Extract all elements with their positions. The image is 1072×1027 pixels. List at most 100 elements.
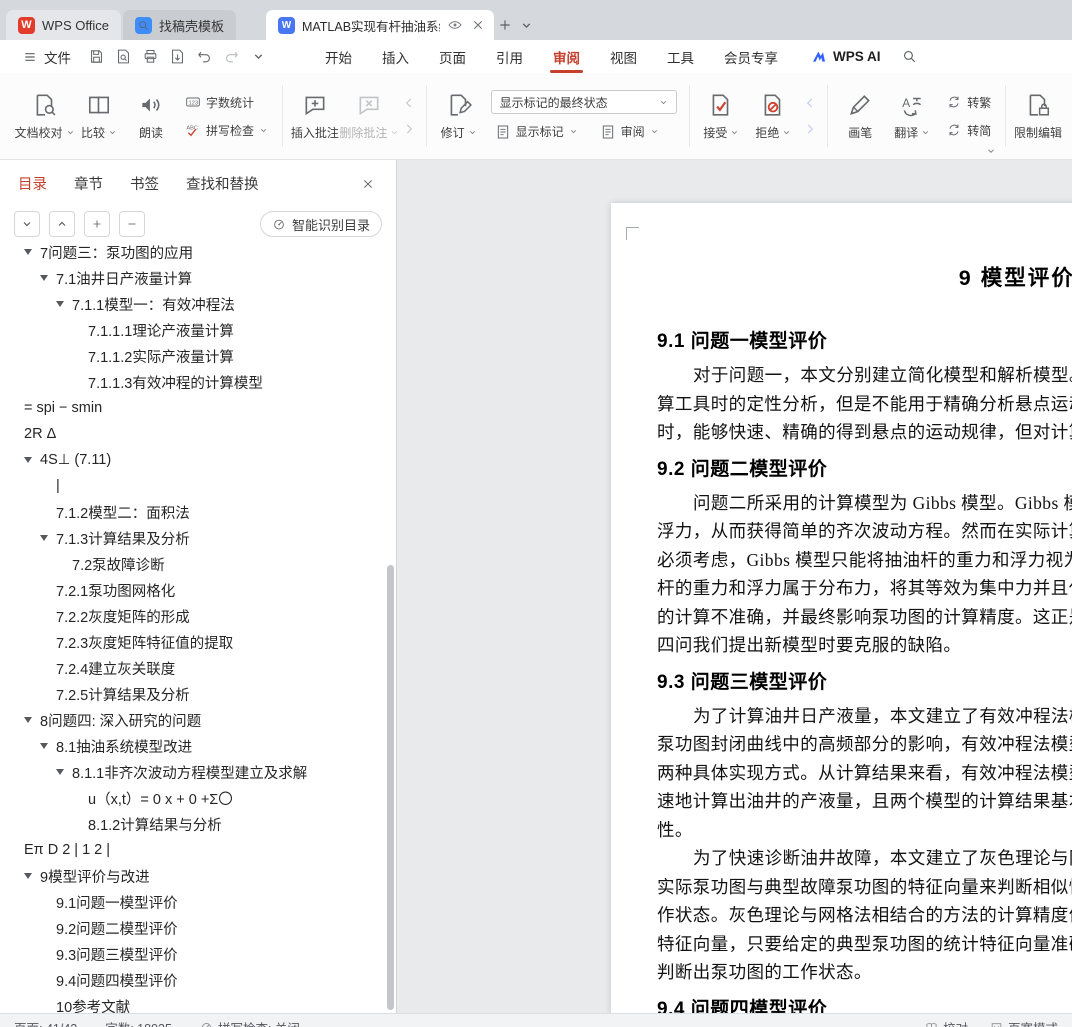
collapse-triangle-icon[interactable] [24, 457, 40, 463]
redo-button[interactable] [219, 45, 244, 69]
menu-tab-tools[interactable]: 工具 [652, 40, 709, 73]
prev-comment-button[interactable] [398, 93, 420, 113]
outline-item[interactable]: 4S⊥ (7.11) [0, 447, 396, 473]
outline-item[interactable]: 7.2泵故障诊断 [0, 551, 396, 577]
doc-proof-button[interactable]: 文档校对 [15, 79, 73, 153]
expand-all-button[interactable] [14, 211, 40, 237]
collapse-triangle-icon[interactable] [40, 535, 56, 541]
translate-button[interactable]: 翻译 [886, 79, 938, 153]
search-button[interactable] [897, 45, 922, 69]
outline-item[interactable]: 8问题四: 深入研究的问题 [0, 707, 396, 733]
outline-item[interactable]: 9模型评价与改进 [0, 863, 396, 889]
outline-item[interactable]: | [0, 473, 396, 499]
collapse-triangle-icon[interactable] [56, 769, 72, 775]
outline-item[interactable]: Eπ D 2 | 1 2 | [0, 837, 396, 863]
outline-item[interactable]: = spi − smin [0, 395, 396, 421]
menu-tab-view[interactable]: 视图 [595, 40, 652, 73]
next-comment-button[interactable] [398, 119, 420, 139]
spell-check-indicator[interactable]: 拼写检查: 关闭 [200, 1018, 300, 1027]
markup-state-select[interactable]: 显示标记的最终状态 [490, 90, 677, 114]
demote-button[interactable] [119, 211, 145, 237]
to-traditional-button[interactable]: 转繁 [942, 92, 995, 113]
menu-tab-page[interactable]: 页面 [424, 40, 481, 73]
review-options-button[interactable]: 审阅 [596, 121, 663, 142]
outline-item[interactable]: 7.2.4建立灰关联度 [0, 655, 396, 681]
outline-item[interactable]: 7.1油井日产液量计算 [0, 265, 396, 291]
document-canvas[interactable]: 9 模型评价与改进 9.1 问题一模型评价对于问题一，本文分别建立简化模型和解析模… [397, 160, 1072, 1013]
document-page[interactable]: 9 模型评价与改进 9.1 问题一模型评价对于问题一，本文分别建立简化模型和解析模… [611, 203, 1072, 1013]
compare-button[interactable]: 比较 [73, 79, 125, 153]
undo-button[interactable] [192, 45, 217, 69]
close-tab-icon[interactable] [470, 17, 486, 33]
outline-item[interactable]: 7.1.1.2实际产液量计算 [0, 343, 396, 369]
panel-scrollbar[interactable] [387, 565, 394, 1010]
track-changes-button[interactable]: 修订 [433, 79, 485, 153]
read-aloud-button[interactable]: 朗读 [125, 79, 177, 153]
next-change-button[interactable] [799, 119, 821, 139]
collapse-triangle-icon[interactable] [56, 301, 72, 307]
collapse-triangle-icon[interactable] [40, 275, 56, 281]
delete-comment-button[interactable]: 删除批注 [339, 79, 398, 153]
accept-button[interactable]: 接受 [695, 79, 747, 153]
eye-icon[interactable] [447, 17, 463, 33]
menu-tab-home[interactable]: 开始 [310, 40, 367, 73]
outline-item[interactable]: 7.1.1.1理论产液量计算 [0, 317, 396, 343]
show-markup-button[interactable]: 显示标记 [491, 121, 582, 142]
word-count-indicator[interactable]: 字数: 18935 [105, 1018, 172, 1027]
reject-button[interactable]: 拒绝 [747, 79, 799, 153]
tab-document[interactable]: W MATLAB实现有杆抽油系统的 [265, 10, 494, 40]
panel-tab-find-replace[interactable]: 查找和替换 [186, 173, 259, 194]
panel-tab-chapters[interactable]: 章节 [74, 173, 103, 194]
collapse-all-button[interactable] [49, 211, 75, 237]
outline-item[interactable]: 7.1.3计算结果及分析 [0, 525, 396, 551]
outline-item[interactable]: u（x,t）= 0 x + 0 +Σ〇 [0, 785, 396, 811]
collapse-triangle-icon[interactable] [24, 249, 40, 255]
outline-item[interactable]: 7问题三：泵功图的应用 [0, 245, 396, 265]
outline-item[interactable]: 9.1问题一模型评价 [0, 889, 396, 915]
menu-tab-reference[interactable]: 引用 [481, 40, 538, 73]
outline-item[interactable]: 8.1.2计算结果与分析 [0, 811, 396, 837]
smart-toc-button[interactable]: 智能识别目录 [259, 211, 382, 237]
outline-item[interactable]: 7.2.2灰度矩阵的形成 [0, 603, 396, 629]
panel-tab-toc[interactable]: 目录 [18, 173, 47, 194]
outline-item[interactable]: 7.2.5计算结果及分析 [0, 681, 396, 707]
outline-item[interactable]: 7.1.1模型一：有效冲程法 [0, 291, 396, 317]
panel-close-button[interactable] [358, 174, 378, 194]
collapse-triangle-icon[interactable] [24, 717, 40, 723]
outline-item[interactable]: 2R Δ [0, 421, 396, 447]
new-tab-button[interactable] [494, 14, 516, 36]
proofread-button[interactable]: 校对 [925, 1018, 968, 1027]
outline-item[interactable]: 8.1.1非齐次波动方程模型建立及求解 [0, 759, 396, 785]
wps-ai-button[interactable]: WPS AI [811, 49, 881, 65]
outline-item[interactable]: 10参考文献 [0, 993, 396, 1014]
tab-template-store[interactable]: 找稿壳模板 [122, 10, 236, 40]
menu-tab-insert[interactable]: 插入 [367, 40, 424, 73]
tab-wps-office[interactable]: W WPS Office [6, 10, 121, 40]
outline-item[interactable]: 9.3问题三模型评价 [0, 941, 396, 967]
print-button[interactable] [138, 45, 163, 69]
collapse-triangle-icon[interactable] [40, 743, 56, 749]
pen-button[interactable]: 画笔 [834, 79, 886, 153]
promote-button[interactable] [84, 211, 110, 237]
outline-item[interactable]: 7.1.2模型二：面积法 [0, 499, 396, 525]
outline-item[interactable]: 7.2.1泵功图网格化 [0, 577, 396, 603]
quick-access-chevron[interactable] [246, 45, 271, 69]
spell-check-button[interactable]: 拼写检查 [181, 120, 272, 141]
panel-tab-bookmarks[interactable]: 书签 [130, 173, 159, 194]
prev-change-button[interactable] [799, 93, 821, 113]
outline-item[interactable]: 7.2.3灰度矩阵特征值的提取 [0, 629, 396, 655]
tab-list-chevron[interactable] [516, 14, 538, 36]
menu-tab-review[interactable]: 审阅 [538, 40, 595, 73]
to-simplified-button[interactable]: 转简 [942, 120, 995, 141]
outline-item[interactable]: 9.4问题四模型评价 [0, 967, 396, 993]
outline-item[interactable]: 8.1抽油系统模型改进 [0, 733, 396, 759]
export-pdf-button[interactable] [165, 45, 190, 69]
page-width-mode-button[interactable]: 页宽模式 [990, 1018, 1058, 1027]
insert-comment-button[interactable]: 插入批注 [289, 79, 341, 153]
ribbon-more-chevron[interactable] [984, 146, 998, 156]
file-menu-button[interactable]: 文件 [10, 44, 83, 70]
collapse-triangle-icon[interactable] [24, 873, 40, 879]
page-indicator[interactable]: 页面: 41/42 [14, 1018, 77, 1027]
word-count-button[interactable]: 字数统计 [181, 92, 272, 113]
menu-tab-member[interactable]: 会员专享 [709, 40, 793, 73]
